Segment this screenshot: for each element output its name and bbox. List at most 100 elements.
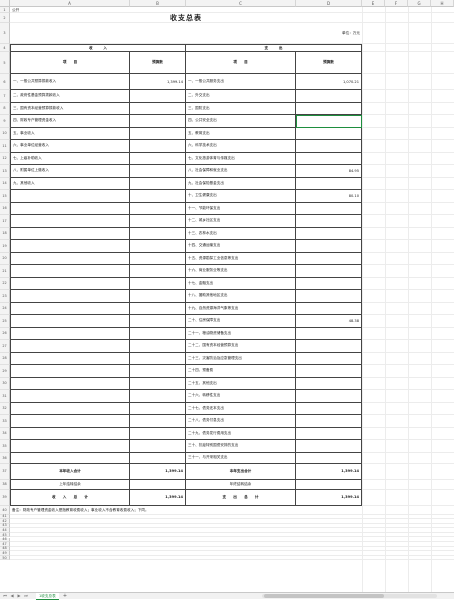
row-header[interactable]: 40 <box>0 505 10 515</box>
expense-item-label[interactable]: 十二、城乡社区支出 <box>186 215 296 228</box>
expense-item-value[interactable] <box>296 440 362 453</box>
column-header[interactable]: G <box>408 0 431 7</box>
column-header[interactable]: B <box>130 0 186 7</box>
row-header[interactable]: 10 <box>0 127 10 140</box>
expense-item-value[interactable] <box>296 177 362 190</box>
expense-item-label[interactable]: 二十六、转移性支出 <box>186 390 296 403</box>
income-item-value[interactable] <box>130 290 186 303</box>
expense-grand-total-value[interactable]: 1,399.14 <box>296 489 362 506</box>
expense-item-value[interactable] <box>296 365 362 378</box>
expense-item-label[interactable]: 十七、金融支出 <box>186 277 296 290</box>
income-header[interactable]: 收 入 <box>10 44 186 52</box>
income-item-label[interactable]: 三、国有资本经营预算拨款收入 <box>10 102 130 115</box>
income-item-value[interactable]: 1,399.14 <box>130 74 186 90</box>
expense-item-label[interactable]: 四、公共安全支出 <box>186 115 296 128</box>
row-header[interactable]: 9 <box>0 115 10 128</box>
expense-item-value[interactable] <box>296 377 362 390</box>
expense-item-label[interactable]: 二十三、灾害防治及应急管理支出 <box>186 352 296 365</box>
row-header[interactable]: 34 <box>0 427 10 440</box>
expense-item-label[interactable]: 三十、抗疫特别国债安排的支出 <box>186 440 296 453</box>
expense-header[interactable]: 支 出 <box>186 44 362 52</box>
income-item-label[interactable]: 九、其他收入 <box>10 177 130 190</box>
expense-item-value[interactable] <box>296 402 362 415</box>
row-header[interactable]: 21 <box>0 265 10 278</box>
row-header[interactable]: 6 <box>0 74 10 90</box>
expense-item-value[interactable]: 1,070.21 <box>296 74 362 90</box>
income-item-value[interactable] <box>130 227 186 240</box>
expense-item-value[interactable] <box>296 202 362 215</box>
expense-item-label[interactable]: 十九、自然资源海洋气象等支出 <box>186 302 296 315</box>
income-year-total-label[interactable]: 本年收入合计 <box>10 463 130 480</box>
row-header[interactable]: 8 <box>0 102 10 115</box>
income-item-label[interactable] <box>10 190 130 203</box>
income-item-value[interactable] <box>130 215 186 228</box>
expense-item-value[interactable] <box>296 152 362 165</box>
row-header[interactable]: 33 <box>0 415 10 428</box>
income-item-label[interactable] <box>10 265 130 278</box>
expense-item-label[interactable]: 十六、商业服务业等支出 <box>186 265 296 278</box>
income-grand-total-label[interactable]: 收 入 总 计 <box>10 489 130 506</box>
income-item-label[interactable] <box>10 440 130 453</box>
income-item-label[interactable] <box>10 340 130 353</box>
footnote[interactable]: 备注：财政专户管理资金收入是指教育收费收入；事业收入不含教育收费收入；下同。 <box>10 506 362 515</box>
income-item-value[interactable] <box>130 315 186 328</box>
expense-item-value[interactable]: 84.95 <box>296 165 362 178</box>
expense-item-value[interactable] <box>296 115 362 128</box>
expense-item-label[interactable]: 九、社会保险基金支出 <box>186 177 296 190</box>
horizontal-scrollbar[interactable] <box>262 594 437 598</box>
expense-item-label[interactable]: 六、科学技术支出 <box>186 140 296 153</box>
income-item-label[interactable] <box>10 377 130 390</box>
expense-year-total-value[interactable]: 1,399.14 <box>296 463 362 480</box>
expense-item-value[interactable] <box>296 340 362 353</box>
expense-item-label[interactable]: 十、卫生健康支出 <box>186 190 296 203</box>
income-item-value[interactable] <box>130 165 186 178</box>
column-header[interactable]: E <box>362 0 385 7</box>
income-item-label[interactable] <box>10 202 130 215</box>
income-item-value[interactable] <box>130 177 186 190</box>
expense-item-value[interactable] <box>296 415 362 428</box>
expense-item-label[interactable]: 一、一般公共服务支出 <box>186 74 296 90</box>
row-header[interactable]: 39 <box>0 489 10 506</box>
income-item-value[interactable] <box>130 127 186 140</box>
expense-item-value[interactable] <box>296 227 362 240</box>
income-item-label[interactable] <box>10 427 130 440</box>
row-header[interactable]: 32 <box>0 402 10 415</box>
expense-item-label[interactable]: 二、外交支出 <box>186 90 296 103</box>
income-item-label[interactable] <box>10 290 130 303</box>
row-header[interactable]: 5 <box>0 52 10 74</box>
prev-sheet-icon[interactable]: ◀ <box>9 593 15 599</box>
expense-item-value[interactable] <box>296 327 362 340</box>
income-item-label[interactable]: 二、政府性基金预算拨款收入 <box>10 90 130 103</box>
select-all-corner[interactable] <box>0 0 10 7</box>
income-item-value[interactable] <box>130 252 186 265</box>
expense-item-label[interactable]: 七、文化旅游体育与传媒支出 <box>186 152 296 165</box>
income-item-value[interactable] <box>130 240 186 253</box>
income-item-label[interactable]: 七、上级补助收入 <box>10 152 130 165</box>
expense-year-total-label[interactable]: 本年支出合计 <box>186 463 296 480</box>
income-item-label[interactable] <box>10 365 130 378</box>
income-item-value[interactable] <box>130 415 186 428</box>
income-item-label[interactable]: 六、事业单位经营收入 <box>10 140 130 153</box>
expense-item-value[interactable] <box>296 352 362 365</box>
row-header[interactable]: 25 <box>0 315 10 328</box>
expense-item-label[interactable]: 二十二、国有资本经营预算支出 <box>186 340 296 353</box>
row-header[interactable]: 50 <box>0 556 10 561</box>
expense-budget-header[interactable]: 预算数 <box>296 52 362 74</box>
row-header[interactable]: 18 <box>0 227 10 240</box>
expense-item-value[interactable] <box>296 102 362 115</box>
income-item-value[interactable] <box>130 140 186 153</box>
expense-item-label[interactable]: 二十九、债务发行费用支出 <box>186 427 296 440</box>
row-header[interactable]: 38 <box>0 479 10 490</box>
income-item-value[interactable] <box>130 102 186 115</box>
column-header[interactable]: A <box>10 0 130 7</box>
column-header[interactable]: C <box>186 0 296 7</box>
expense-item-value[interactable] <box>296 265 362 278</box>
row-header[interactable]: 26 <box>0 327 10 340</box>
expense-item-label[interactable]: 三十一、与开采相关支出 <box>186 452 296 464</box>
income-item-value[interactable] <box>130 340 186 353</box>
income-item-label[interactable] <box>10 402 130 415</box>
expense-item-value[interactable]: 48.38 <box>296 315 362 328</box>
expense-item-label[interactable]: 三、国防支出 <box>186 102 296 115</box>
expense-item-value[interactable] <box>296 427 362 440</box>
income-item-value[interactable] <box>130 302 186 315</box>
